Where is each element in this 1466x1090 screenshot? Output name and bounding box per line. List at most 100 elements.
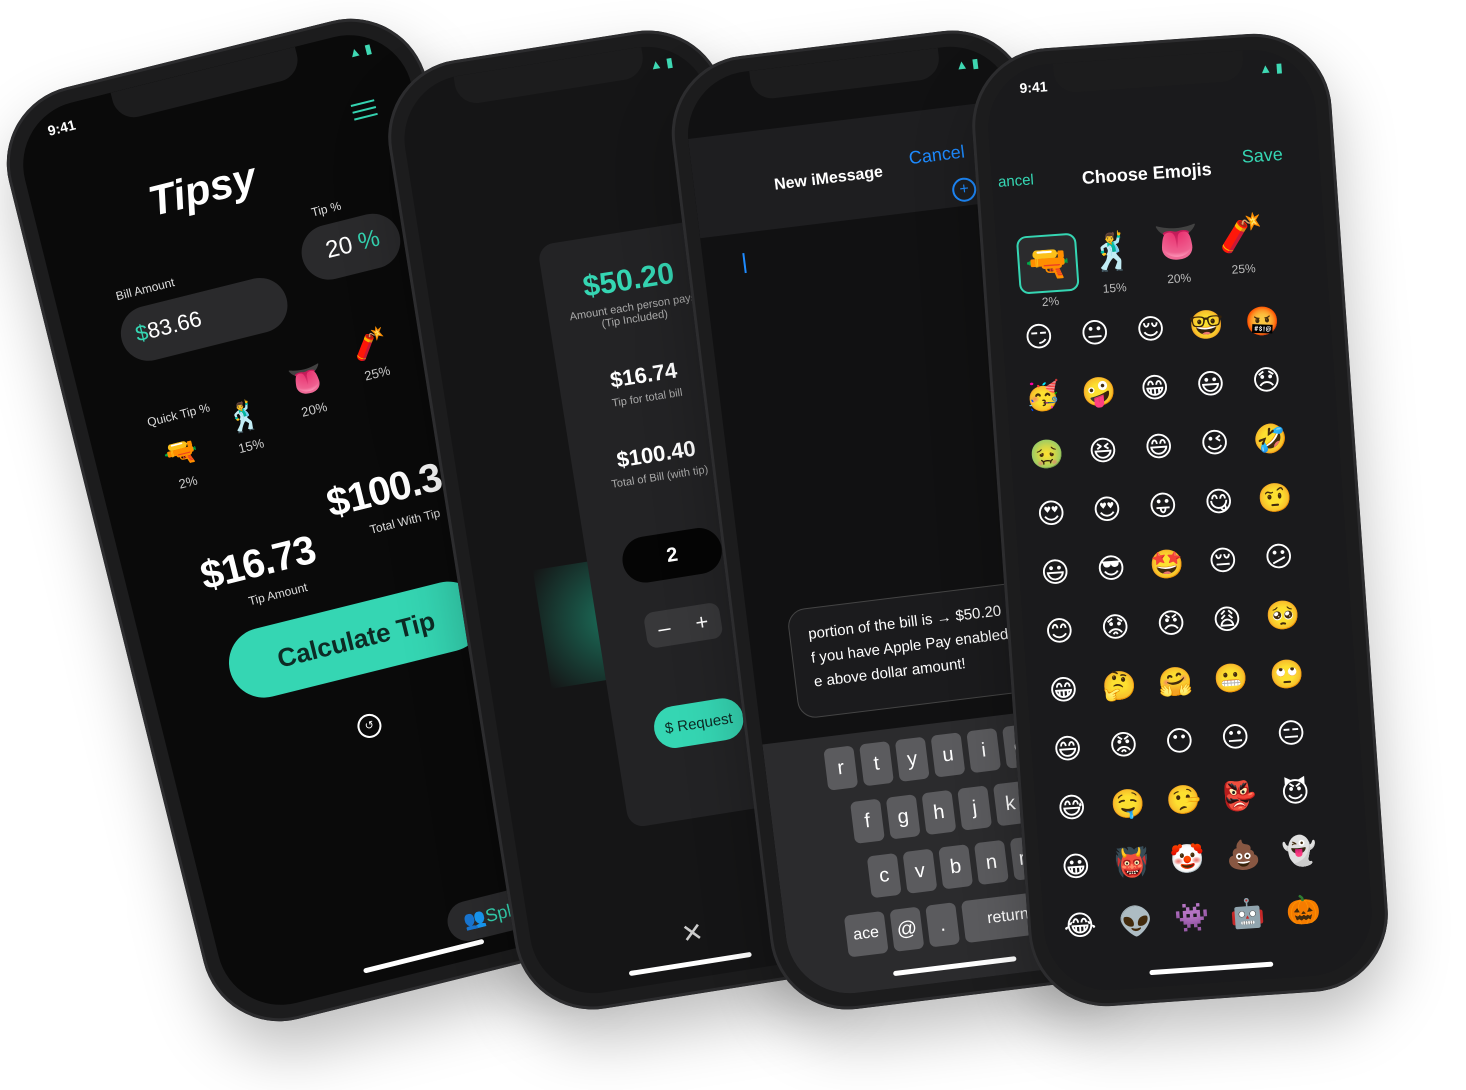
emoji-option[interactable]: 😡 [1094, 727, 1152, 764]
menu-icon[interactable] [350, 99, 378, 121]
choose-emojis-title: Choose Emojis [1081, 158, 1213, 188]
emoji-option[interactable]: 😉 [1186, 424, 1244, 461]
emoji-option[interactable]: 😃 [1182, 366, 1240, 403]
emoji-option[interactable]: 😊 [1030, 613, 1088, 650]
emoji-option[interactable]: 💩 [1214, 836, 1272, 873]
emoji-option[interactable]: 😌 [1122, 311, 1180, 348]
emoji-option[interactable]: 🤗 [1146, 664, 1204, 701]
key[interactable]: u [930, 732, 966, 778]
key[interactable]: i [966, 727, 1002, 774]
emoji-option[interactable]: 😐 [1206, 719, 1264, 756]
emoji-option[interactable]: 🤥 [1154, 782, 1212, 819]
key[interactable]: n [973, 839, 1009, 886]
emoji-option[interactable]: 😁 [1126, 370, 1184, 407]
quick-tip-item[interactable]: 🧨 25% [337, 321, 408, 388]
dot-key[interactable]: . [925, 902, 961, 948]
emoji-option[interactable]: 😠 [1142, 605, 1200, 642]
key[interactable]: f [850, 798, 885, 844]
emoji-option[interactable]: 👻 [1270, 833, 1328, 870]
slot-pct: 25% [1231, 261, 1257, 277]
emoji-option[interactable]: 🤤 [1099, 785, 1157, 822]
key[interactable]: v [902, 848, 938, 894]
at-key[interactable]: @ [889, 906, 925, 952]
emoji-option[interactable]: 😍 [1078, 491, 1136, 528]
selected-emoji-slot[interactable]: 🕺 15% [1080, 223, 1145, 297]
close-icon[interactable]: ✕ [679, 916, 705, 950]
emoji-option[interactable]: 😕 [1250, 538, 1308, 575]
emoji-option[interactable]: 🤬 [1233, 303, 1291, 340]
emoji-option[interactable]: 🥳 [1014, 377, 1072, 414]
selected-emoji-slot[interactable]: 🧨 25% [1209, 204, 1274, 278]
emoji-option[interactable]: 😈 [1266, 774, 1324, 811]
quick-tip-item[interactable]: 🔫 2% [148, 430, 219, 497]
quick-tip-item-selected[interactable]: 👅 20% [274, 357, 345, 424]
emoji-option[interactable]: 🥺 [1254, 597, 1312, 634]
recipient-cursor[interactable] [742, 252, 747, 274]
status-time: 9:41 [46, 116, 78, 139]
emoji-option[interactable]: 😍 [1022, 495, 1080, 532]
notch [110, 46, 303, 122]
emoji-option[interactable]: 😔 [1194, 542, 1252, 579]
emoji-option[interactable]: 😟 [1086, 609, 1144, 646]
emoji-option[interactable]: 🎃 [1274, 891, 1332, 928]
emoji-option[interactable]: 😄 [1130, 428, 1188, 465]
emoji-option[interactable]: 🤢 [1018, 436, 1076, 473]
key[interactable]: c [866, 852, 902, 899]
emoji-option[interactable]: 😎 [1082, 550, 1140, 587]
emoji-option[interactable]: 🤨 [1246, 479, 1304, 516]
wifi-battery-icon: ▲ ▮ [1258, 59, 1284, 77]
emoji-option[interactable]: 🤖 [1219, 895, 1277, 932]
emoji-option[interactable]: 😀 [1047, 848, 1105, 885]
space-key[interactable]: ace [843, 910, 889, 958]
key[interactable]: y [894, 736, 930, 782]
emoji-option[interactable]: 🤔 [1090, 668, 1148, 705]
cancel-button[interactable]: ancel [997, 171, 1034, 190]
emoji-option[interactable]: 😛 [1134, 487, 1192, 524]
key[interactable]: j [957, 785, 993, 831]
wifi-battery-icon: ▲ ▮ [648, 54, 675, 73]
status-time: 9:41 [1018, 78, 1049, 97]
selected-emoji-slot[interactable]: 🔫 2% [1015, 232, 1081, 311]
bill-amount-label: Bill Amount [114, 275, 176, 304]
emoji-option[interactable]: 😞 [1237, 362, 1295, 399]
emoji-option[interactable]: 😐 [1066, 315, 1124, 352]
emoji-option[interactable]: 😬 [1202, 660, 1260, 697]
reset-icon[interactable]: ↺ [354, 711, 384, 741]
key[interactable]: b [938, 844, 974, 890]
emoji-option[interactable]: 😩 [1198, 601, 1256, 638]
emoji-option[interactable]: 👹 [1103, 844, 1161, 881]
emoji-option[interactable]: 😃 [1026, 554, 1084, 591]
key[interactable]: h [921, 789, 957, 836]
notch [1052, 50, 1245, 94]
key[interactable]: r [823, 745, 859, 791]
emoji-option[interactable]: 😶 [1150, 723, 1208, 760]
quick-tip-item[interactable]: 🕺 15% [211, 393, 282, 460]
dollar-icon: $ [663, 718, 675, 737]
plus-button[interactable]: + [693, 609, 710, 637]
emoji-option[interactable]: 🤩 [1138, 546, 1196, 583]
app-title: Tipsy [143, 153, 261, 225]
home-indicator [1149, 961, 1274, 976]
emoji-option[interactable]: 🤡 [1159, 840, 1217, 877]
emoji-option[interactable]: 👽 [1107, 903, 1165, 940]
emoji-option[interactable]: 🙄 [1258, 656, 1316, 693]
emoji-option[interactable]: 😁 [1034, 672, 1092, 709]
emoji-option[interactable]: 🤪 [1070, 373, 1128, 410]
request-button[interactable]: $ Request [651, 695, 747, 751]
emoji-option[interactable]: 😏 [1010, 318, 1068, 355]
emoji-option[interactable]: 😅 [1043, 789, 1101, 826]
save-button[interactable]: Save [1241, 144, 1283, 168]
emoji-option[interactable]: 😋 [1190, 483, 1248, 520]
key[interactable]: g [885, 794, 921, 840]
selected-emoji-slot[interactable]: 👅 20% [1145, 214, 1210, 288]
emoji-option[interactable]: 😆 [1074, 432, 1132, 469]
emoji-option[interactable]: 👾 [1163, 899, 1221, 936]
emoji-option[interactable]: 😄 [1039, 730, 1097, 767]
emoji-option[interactable]: 👺 [1210, 778, 1268, 815]
emoji-option[interactable]: 🤣 [1241, 421, 1299, 458]
emoji-option[interactable]: 😑 [1262, 715, 1320, 752]
minus-button[interactable]: – [656, 615, 672, 643]
key[interactable]: t [859, 741, 894, 787]
emoji-option[interactable]: 😂 [1051, 907, 1109, 944]
emoji-option[interactable]: 🤓 [1177, 307, 1235, 344]
